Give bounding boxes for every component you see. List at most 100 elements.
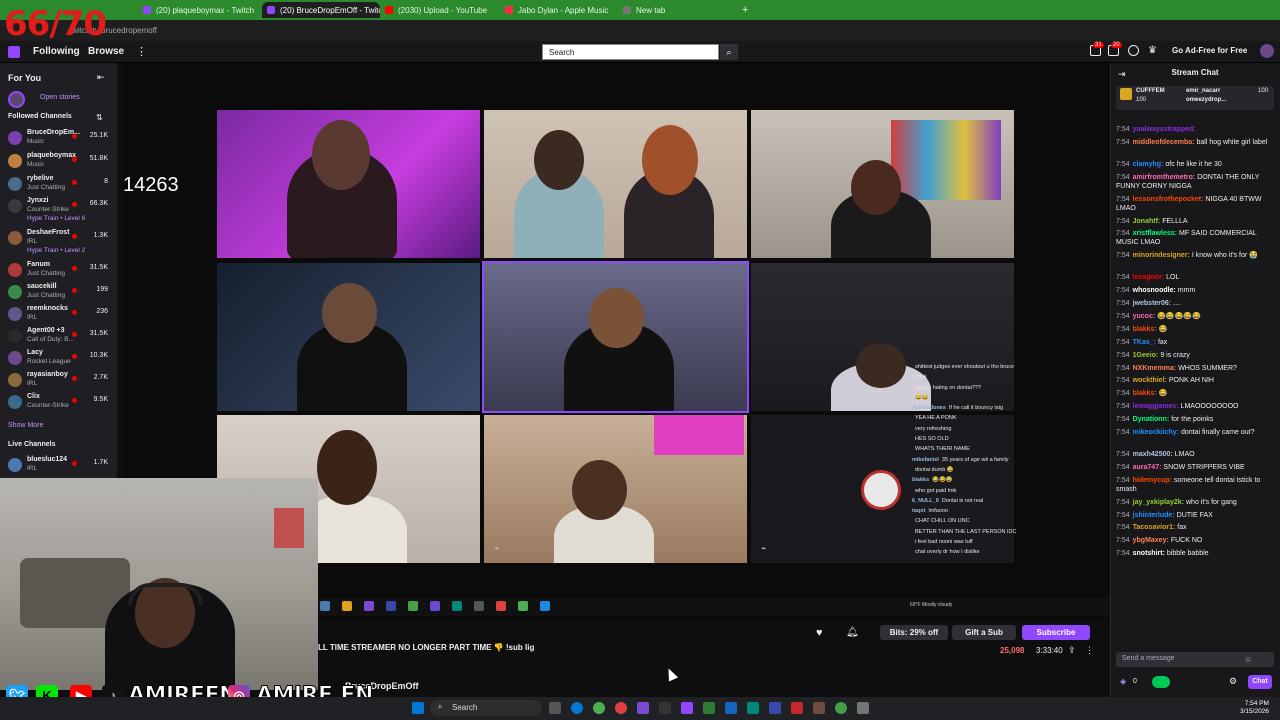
twitch-app-icon[interactable]: [681, 702, 693, 714]
chat-username[interactable]: mikeockiichy:: [1133, 429, 1179, 436]
sidebar-channel-item[interactable]: rybelive Just Chatting 8: [0, 174, 117, 195]
chat-username[interactable]: minorindesigner:: [1133, 252, 1190, 259]
sidebar-channel-item[interactable]: Lacy Rocket League 10.3K: [0, 348, 117, 369]
edge-icon[interactable]: [571, 702, 583, 714]
chat-username[interactable]: maxh42500:: [1133, 451, 1173, 458]
stream-uptime: 3:33:40: [1036, 646, 1063, 655]
chat-username[interactable]: yucoc:: [1133, 313, 1156, 320]
chat-message: 7:54 whosnoodle: mmm: [1116, 286, 1270, 295]
chat-username[interactable]: middleofdecemba:: [1133, 139, 1195, 146]
channel-category: IRL: [27, 314, 38, 321]
settings-icon[interactable]: [857, 702, 869, 714]
open-stories-link[interactable]: Open stories: [40, 94, 80, 101]
excel-icon[interactable]: [703, 702, 715, 714]
nav-browse[interactable]: Browse: [88, 46, 124, 57]
app-icon-1[interactable]: [637, 702, 649, 714]
subscribe-button[interactable]: Subscribe: [1022, 625, 1090, 640]
tab-youtube[interactable]: (2030) Upload - YouTube: [380, 2, 498, 18]
sidebar-channel-item[interactable]: Fanum Just Chatting 31.5K: [0, 260, 117, 281]
chat-username[interactable]: hidemycup:: [1133, 477, 1172, 484]
live-channel-item[interactable]: bluesluc124 IRL 1.7K: [0, 455, 117, 476]
app-icon-2[interactable]: [659, 702, 671, 714]
chat-settings-icon[interactable]: ⚙: [1229, 676, 1237, 687]
app-icon-6[interactable]: [791, 702, 803, 714]
app-icon-7[interactable]: [813, 702, 825, 714]
url-field[interactable]: twitch.tv/brucedropemoff: [70, 24, 1070, 37]
add-tab-button[interactable]: +: [742, 4, 748, 16]
chat-username[interactable]: xristflawless:: [1133, 230, 1177, 237]
sidebar-channel-item[interactable]: Clix Counter-Strike 9.5K: [0, 392, 117, 413]
chat-username[interactable]: wockthiel:: [1133, 377, 1167, 384]
sort-icon[interactable]: ⇅: [96, 113, 103, 122]
chat-username[interactable]: jwebster06:: [1133, 300, 1172, 307]
chat-username[interactable]: 1Geeio:: [1133, 352, 1159, 359]
more-icon[interactable]: ⋮: [136, 45, 147, 58]
app-icon-8[interactable]: [835, 702, 847, 714]
nav-following[interactable]: Following: [33, 46, 80, 57]
sidebar-channel-item[interactable]: saucekill Just Chatting 199: [0, 282, 117, 303]
chat-username[interactable]: Tacosavior1:: [1133, 524, 1176, 531]
app-icon-3[interactable]: [725, 702, 737, 714]
sidebar-channel-item[interactable]: BruceDropEm... Music 25.1K: [0, 128, 117, 149]
chat-username[interactable]: lewaggjames:: [1133, 403, 1179, 410]
chat-username[interactable]: jshinterlude:: [1133, 512, 1175, 519]
chat-username[interactable]: ybgMaxey:: [1133, 537, 1169, 544]
tab-new[interactable]: New tab: [618, 2, 736, 18]
chat-username[interactable]: snotshirt:: [1133, 550, 1165, 557]
channel-viewers: 1.3K: [93, 232, 108, 239]
gift-sub-button[interactable]: Gift a Sub: [952, 625, 1016, 640]
chat-username[interactable]: clamyhg:: [1133, 161, 1164, 168]
chat-username[interactable]: yualwaysstrapped:: [1133, 126, 1196, 133]
share-icon[interactable]: ⇪: [1068, 645, 1076, 656]
shared-taskbar-app-icon: [496, 601, 506, 611]
points-bonus-icon[interactable]: [1152, 676, 1170, 688]
sidebar-channel-item[interactable]: rayasianboy IRL 2.7K: [0, 370, 117, 391]
chat-username[interactable]: whosnoodle:: [1133, 287, 1176, 294]
app-icon-4[interactable]: [747, 702, 759, 714]
emote-picker-icon[interactable]: ☺: [1244, 655, 1252, 664]
chat-username[interactable]: aura747:: [1133, 464, 1162, 471]
stories-avatar[interactable]: [8, 91, 25, 108]
tab-apple-music[interactable]: Jabo Dylan - Apple Music: [500, 2, 618, 18]
chat-username[interactable]: lessonsfrothepocket:: [1133, 196, 1204, 203]
chat-username[interactable]: TKas_:: [1133, 339, 1156, 346]
ad-free-button[interactable]: Go Ad-Free for Free: [1172, 46, 1247, 55]
chat-username[interactable]: amirfromthemetro:: [1133, 174, 1196, 181]
avatar[interactable]: [1260, 44, 1274, 58]
sidebar-channel-item[interactable]: DeshaeFrost IRL 1.3K Hype Train • Level 2: [0, 228, 117, 254]
twitch-logo-icon[interactable]: [8, 46, 20, 58]
windows-start-icon[interactable]: [412, 702, 424, 714]
chat-username[interactable]: jay_yxkiplay2k:: [1133, 499, 1184, 506]
chrome-profile-icon[interactable]: [615, 702, 627, 714]
channel-points-icon[interactable]: ◈: [1120, 677, 1126, 686]
collapse-sidebar-icon[interactable]: ⇤: [97, 72, 105, 83]
chat-message: 7:54 middleofdecemba: ball hog white girl …: [1116, 138, 1270, 147]
more-options-icon[interactable]: ⋮: [1085, 645, 1094, 656]
task-view-icon[interactable]: [549, 702, 561, 714]
search-icon[interactable]: ⌕: [720, 44, 738, 60]
chat-username[interactable]: NXKmemma:: [1133, 365, 1177, 372]
taskbar-search[interactable]: Search: [430, 700, 542, 716]
sidebar-channel-item[interactable]: plaqueboymax Music 51.8K: [0, 151, 117, 172]
chat-username[interactable]: Jonahtf:: [1133, 218, 1161, 225]
notification-bell-icon[interactable]: 🔔︎: [846, 627, 859, 638]
sidebar-channel-item[interactable]: Jynxzi Counter-Strike 66.3K Hype Train • Le…: [0, 196, 117, 222]
app-icon-5[interactable]: [769, 702, 781, 714]
chat-username[interactable]: blakks:: [1133, 326, 1157, 333]
sidebar-channel-item[interactable]: reemknocks IRL 236: [0, 304, 117, 325]
chat-username[interactable]: lessgoor:: [1133, 274, 1165, 281]
follow-heart-icon[interactable]: ♥: [816, 627, 823, 639]
chat-send-button[interactable]: Chat: [1248, 675, 1272, 689]
bits-button[interactable]: Bits: 29% off: [880, 625, 948, 640]
chat-username[interactable]: Dynationn:: [1133, 416, 1170, 423]
search-input[interactable]: Search: [542, 44, 719, 60]
chat-message: 7:54 snotshirt: bibble babble: [1116, 549, 1270, 558]
show-more-link[interactable]: Show More: [8, 422, 43, 429]
tab-plaqueboymax[interactable]: (20) plaqueboymax - Twitch: [138, 2, 256, 18]
chrome-icon[interactable]: [593, 702, 605, 714]
whisper-icon[interactable]: [1128, 45, 1139, 56]
sidebar-channel-item[interactable]: Agent00 +3 Call of Duty: B... 31.5K: [0, 326, 117, 347]
chat-username[interactable]: blakks:: [1133, 390, 1157, 397]
crown-icon[interactable]: ♛: [1148, 45, 1157, 56]
tab-brucedropemoff[interactable]: (20) BruceDropEmOff - Twitch: [262, 2, 380, 18]
